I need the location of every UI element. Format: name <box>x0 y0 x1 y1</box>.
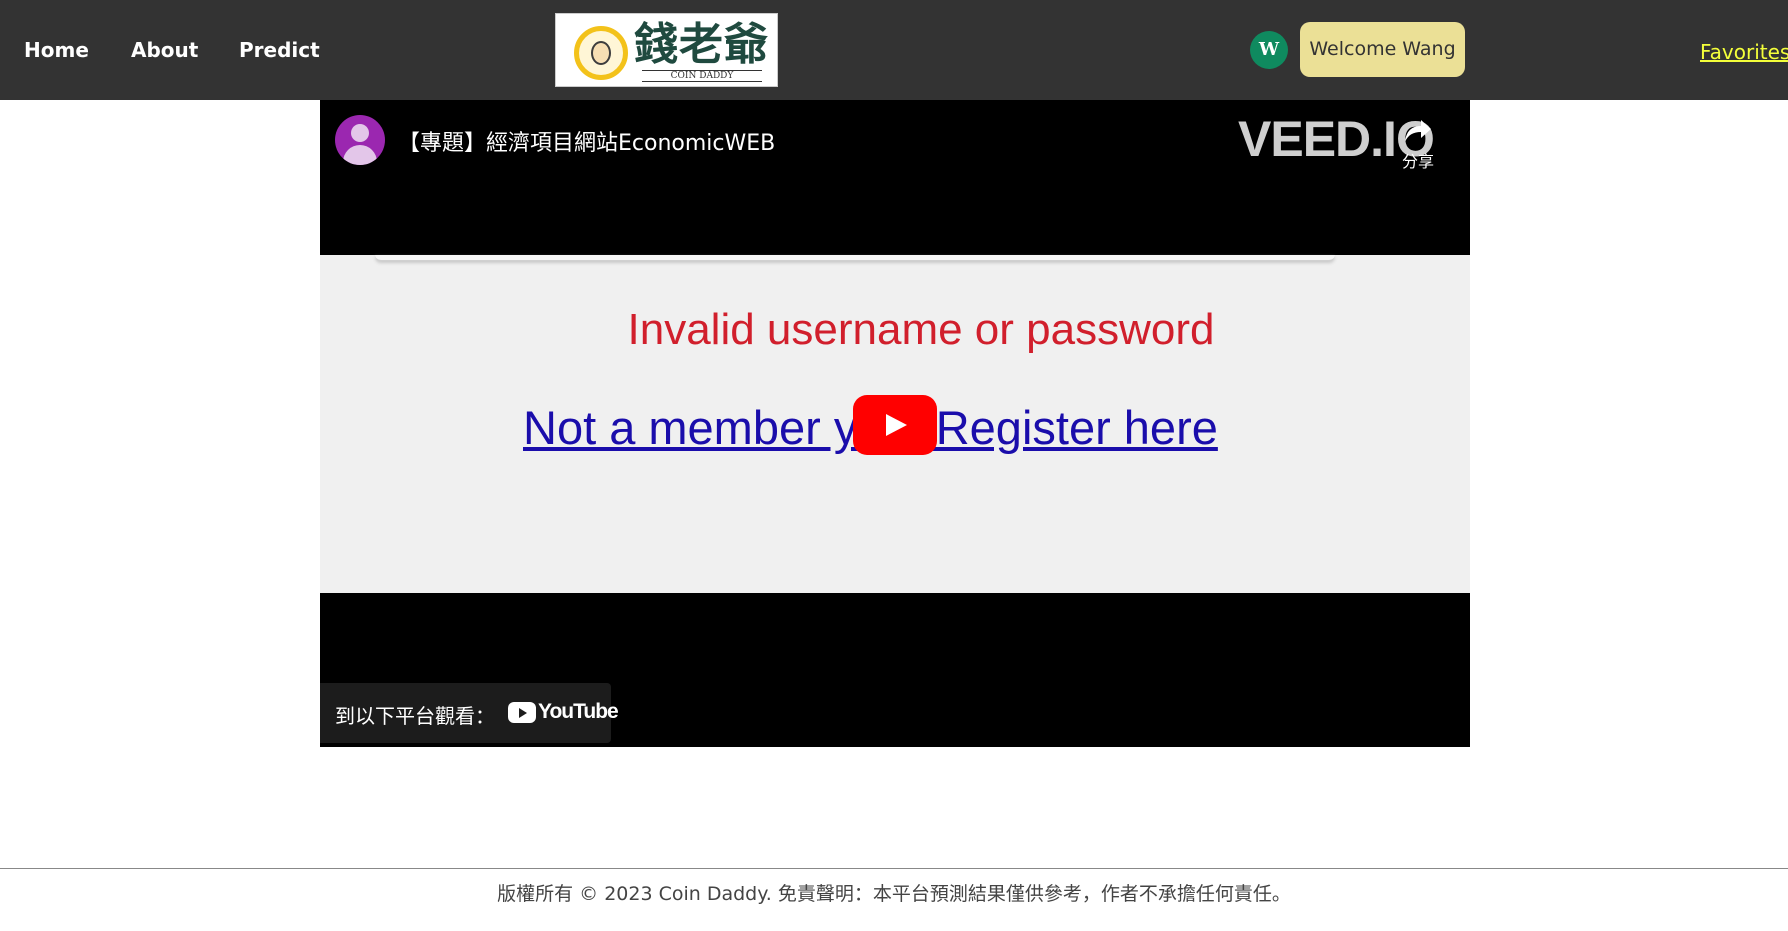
watch-on-label: 到以下平台觀看： <box>335 704 495 728</box>
site-logo[interactable]: 錢老爺 COIN DADDY <box>555 13 778 87</box>
coin-logo-icon <box>574 26 628 80</box>
youtube-label: YouTube <box>538 700 619 723</box>
user-icon[interactable] <box>335 115 385 165</box>
navbar: Home About Predict 錢老爺 COIN DADDY W Welc… <box>0 0 1788 100</box>
logo-text: 錢老爺 <box>634 19 769 70</box>
youtube-embed[interactable]: 【專題】經濟項目網站EconomicWEB VEED.IO 分享 Invalid… <box>320 100 1470 747</box>
play-button[interactable] <box>853 395 937 455</box>
footer: 版權所有 © 2023 Coin Daddy. 免責聲明：本平台預測結果僅供參考… <box>0 868 1788 931</box>
logo-subtitle: COIN DADDY <box>642 70 762 82</box>
frame-card-edge <box>375 255 1335 261</box>
share-icon <box>1405 120 1431 142</box>
welcome-button[interactable]: Welcome Wang <box>1300 22 1465 77</box>
frame-error-text: Invalid username or password <box>627 305 1215 354</box>
play-icon <box>886 414 907 436</box>
nav-link-about[interactable]: About <box>131 38 198 62</box>
user-avatar[interactable]: W <box>1250 31 1288 69</box>
watch-on-youtube[interactable]: 到以下平台觀看： YouTube <box>320 683 619 743</box>
favorites-link[interactable]: Favorites <box>1700 40 1788 64</box>
nav-link-home[interactable]: Home <box>24 38 89 62</box>
footer-copyright: 版權所有 © 2023 Coin Daddy. 免責聲明：本平台預測結果僅供參考… <box>497 883 1291 905</box>
video-title[interactable]: 【專題】經濟項目網站EconomicWEB <box>398 125 775 157</box>
nav-link-predict[interactable]: Predict <box>239 38 320 62</box>
share-button[interactable]: 分享 <box>1390 118 1446 172</box>
share-label: 分享 <box>1401 152 1434 171</box>
